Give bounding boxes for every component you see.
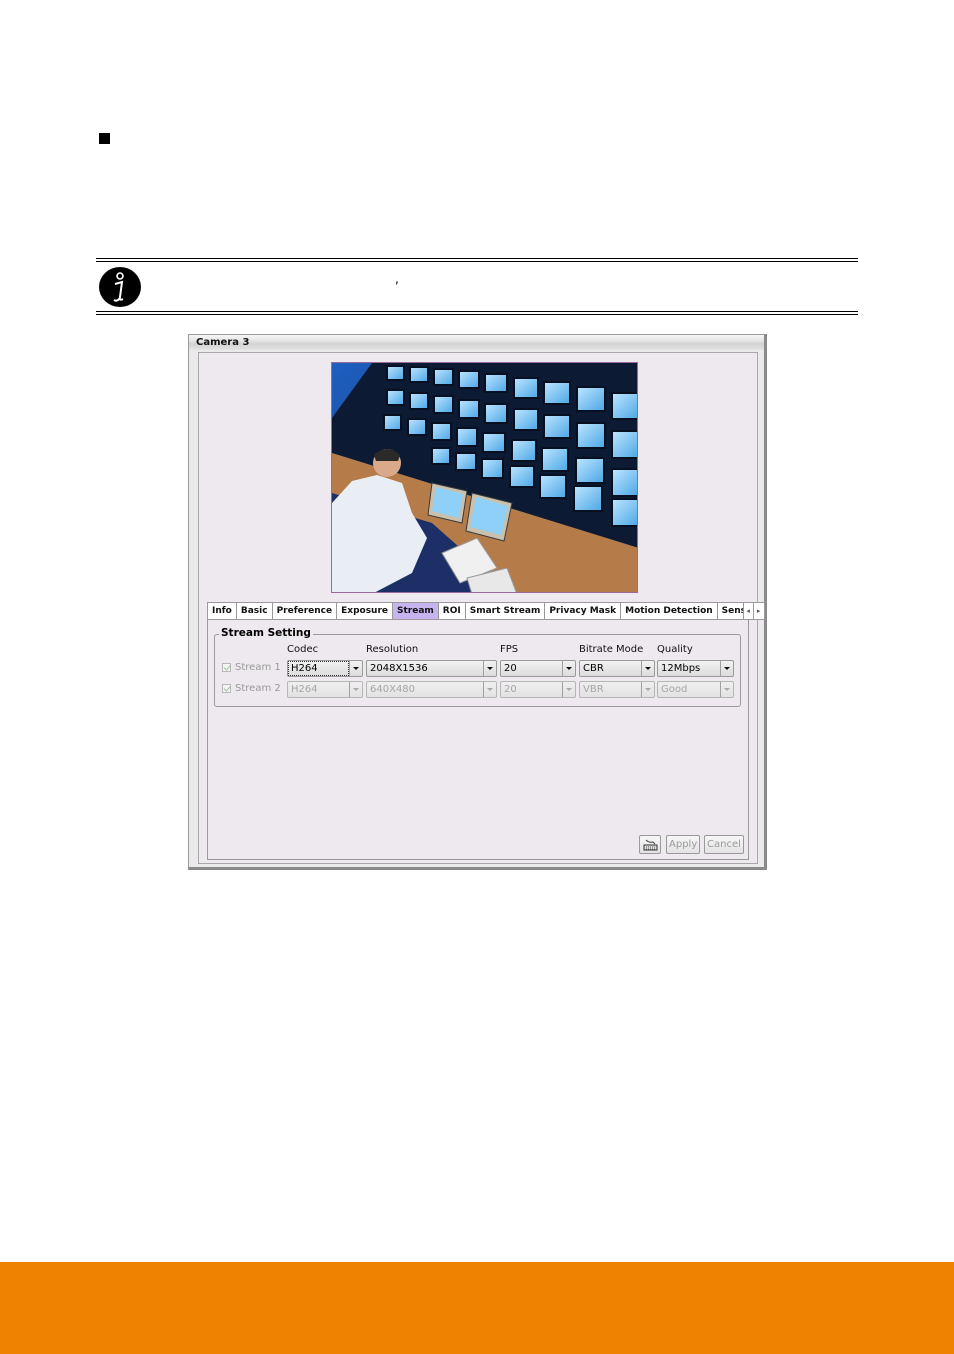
stream-2-resolution-select[interactable]: 640X480 [366,681,497,698]
tab-motion-detection[interactable]: Motion Detection [620,602,717,620]
tab-preference[interactable]: Preference [271,602,337,620]
stream-1-codec-select[interactable]: H264 [287,660,363,677]
chevron-down-icon [483,661,496,676]
footer-bar [0,1262,954,1354]
stream-1-quality-select[interactable]: 12Mbps [657,660,734,677]
stream-1-checkbox[interactable]: Stream 1 [222,662,281,673]
column-header-codec: Codec [287,644,319,655]
column-header-resolution: Resolution [366,644,419,655]
chevron-down-icon [562,661,575,676]
stream-tab-panel: Stream Setting Codec Resolution FPS Bitr… [207,619,749,860]
tab-roi[interactable]: ROI [437,602,465,620]
tab-stream[interactable]: Stream [392,602,438,620]
chevron-down-icon [562,682,575,697]
stream-setting-group: Stream Setting Codec Resolution FPS Bitr… [214,627,741,707]
note-divider-top [96,258,858,262]
chevron-down-icon [349,661,362,676]
checkbox-icon [222,684,231,693]
info-icon [99,267,141,307]
column-header-fps: FPS [500,644,519,655]
note-divider-bottom [96,311,858,315]
tab-info[interactable]: Info [207,602,236,620]
tab-basic[interactable]: Basic [235,602,272,620]
camera-preview-image [331,362,638,593]
apply-button[interactable]: Apply [666,835,701,854]
stream-2-bitrate-mode-select[interactable]: VBR [579,681,655,698]
keyboard-icon [643,839,658,851]
column-header-quality: Quality [657,644,693,655]
stream-1-label: Stream 1 [235,662,281,673]
checkbox-icon [222,663,231,672]
camera-settings-window: Camera 3 Info Basic Preference Exposure … [188,334,767,870]
column-header-bitrate-mode: Bitrate Mode [579,644,644,655]
chevron-down-icon [349,682,362,697]
settings-tabbar: Info Basic Preference Exposure Stream RO… [207,602,765,620]
bullet-square [99,133,110,144]
tab-scroll-left-icon[interactable]: ◂ [742,602,754,620]
window-titlebar: Camera 3 [189,335,764,350]
tab-exposure[interactable]: Exposure [336,602,393,620]
settings-panel: Info Basic Preference Exposure Stream RO… [198,352,765,864]
stream-2-label: Stream 2 [235,683,281,694]
cancel-button[interactable]: Cancel [704,835,744,854]
keyboard-button[interactable] [639,835,661,854]
stream-1-fps-select[interactable]: 20 [500,660,576,677]
tab-smart-stream[interactable]: Smart Stream [464,602,545,620]
stream-2-checkbox[interactable]: Stream 2 [222,683,281,694]
stream-1-resolution-select[interactable]: 2048X1536 [366,660,497,677]
note-text: , [395,272,399,286]
tab-sensor[interactable]: Sens [716,602,743,620]
stream-2-fps-select[interactable]: 20 [500,681,576,698]
stream-2-codec-select[interactable]: H264 [287,681,363,698]
chevron-down-icon [641,661,654,676]
tab-scroll-arrows: ◂ ▸ [742,602,765,620]
chevron-down-icon [720,682,733,697]
tab-scroll-right-icon[interactable]: ▸ [753,602,765,620]
chevron-down-icon [483,682,496,697]
tab-privacy-mask[interactable]: Privacy Mask [544,602,621,620]
stream-1-bitrate-mode-select[interactable]: CBR [579,660,655,677]
chevron-down-icon [720,661,733,676]
chevron-down-icon [641,682,654,697]
window-title: Camera 3 [196,337,250,348]
stream-setting-legend: Stream Setting [219,627,313,639]
stream-2-quality-select[interactable]: Good [657,681,734,698]
